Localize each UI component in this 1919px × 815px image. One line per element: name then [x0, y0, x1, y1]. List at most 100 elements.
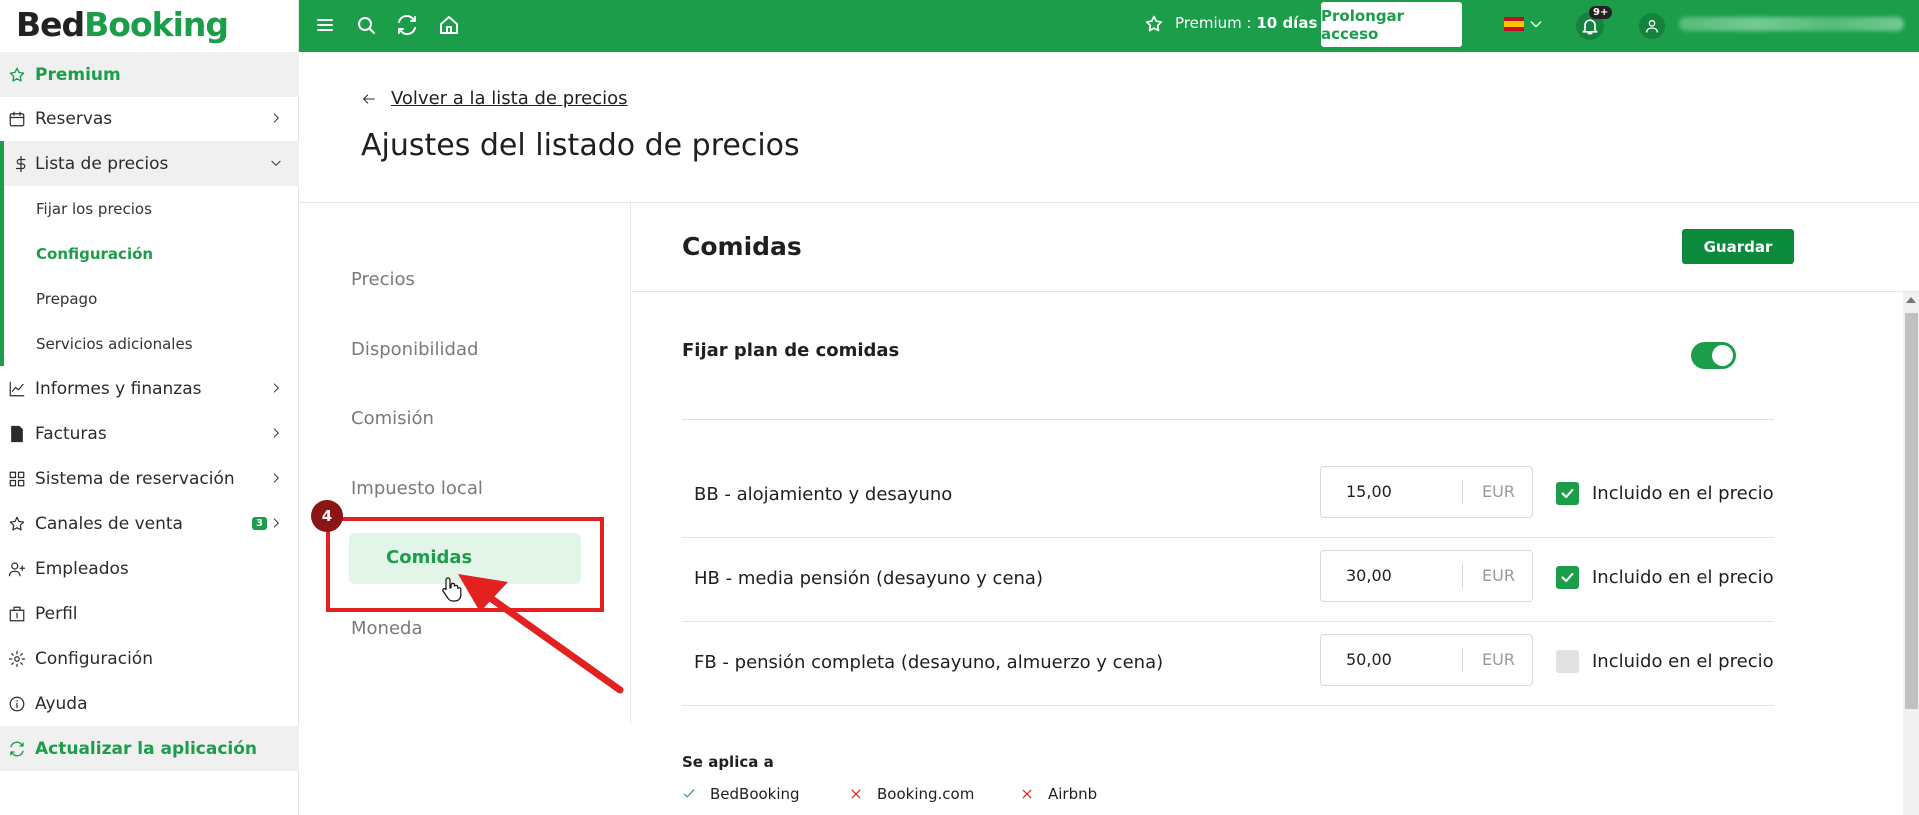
sidebar-item-label: Canales de venta: [35, 513, 183, 534]
price-value: 50,00: [1346, 650, 1392, 669]
home-icon[interactable]: [437, 13, 461, 37]
sidebar-subitem-prepago[interactable]: Prepago: [0, 276, 299, 321]
check-icon: [683, 789, 695, 798]
sidebar-subitem-fijar-precios[interactable]: Fijar los precios: [0, 186, 299, 231]
meal-row-bb: BB - alojamiento y desayuno 15,00 EUR In…: [682, 454, 1774, 538]
divider: [632, 291, 1919, 292]
settings-tab-disponibilidad[interactable]: Disponibilidad: [351, 339, 478, 360]
grid-icon: [9, 471, 25, 487]
chevron-down-icon[interactable]: [1528, 16, 1544, 32]
premium-status: Premium : 10 días: [1175, 14, 1318, 32]
calendar-icon: [9, 111, 25, 127]
chevron-right-icon: [273, 113, 279, 123]
spain-flag-icon[interactable]: [1504, 17, 1524, 31]
sidebar-item-reservas[interactable]: Reservas: [0, 96, 299, 141]
meal-name: HB - media pensión (desayuno y cena): [694, 568, 1043, 589]
sidebar-item-label: Perfil: [35, 603, 78, 624]
scroll-up-arrow-icon[interactable]: [1906, 297, 1916, 303]
dollar-icon: [15, 155, 26, 173]
bell-icon: [1582, 19, 1598, 35]
settings-tab-moneda[interactable]: Moneda: [351, 618, 422, 639]
chevron-down-icon: [271, 160, 281, 166]
refresh-icon: [10, 741, 24, 757]
meal-row-fb: FB - pensión completa (desayuno, almuerz…: [682, 622, 1774, 706]
channel-booking: Booking.com: [849, 785, 974, 803]
sidebar-item-label: Informes y finanzas: [35, 378, 202, 399]
building-icon: [9, 606, 25, 622]
annotation-step-number: 4: [311, 500, 343, 532]
chart-line-icon: [9, 381, 25, 397]
info-icon: [9, 696, 25, 712]
sidebar-item-perfil[interactable]: Perfil: [0, 591, 299, 636]
star-icon: [9, 67, 25, 82]
app-logo[interactable]: BedBooking: [16, 2, 229, 48]
refresh-icon[interactable]: [395, 13, 419, 37]
annotation-arrow-icon: [458, 574, 624, 694]
meal-plan-toggle[interactable]: [1691, 342, 1736, 369]
settings-tab-impuesto-local[interactable]: Impuesto local: [351, 478, 483, 499]
meal-plan-label: Fijar plan de comidas: [682, 340, 900, 361]
section-title: Comidas: [682, 232, 802, 261]
arrow-left-icon: [363, 93, 375, 104]
count-badge: 3: [252, 517, 267, 530]
sidebar-item-configuracion[interactable]: Configuración: [0, 636, 299, 681]
sidebar-item-label: Premium: [35, 64, 121, 85]
included-label: Incluido en el precio: [1592, 483, 1774, 504]
top-bar: Premium : 10 días Prolongar acceso 9+: [299, 0, 1919, 52]
sidebar-item-label: Facturas: [35, 423, 107, 444]
included-label: Incluido en el precio: [1592, 651, 1774, 672]
sidebar-subitem-servicios-adicionales[interactable]: Servicios adicionales: [0, 321, 299, 366]
currency-label: EUR: [1482, 650, 1515, 669]
channel-bedbooking: BedBooking: [682, 785, 800, 803]
gear-icon: [8, 650, 26, 668]
price-input[interactable]: 30,00 EUR: [1320, 550, 1533, 602]
sidebar-item-ayuda[interactable]: Ayuda: [0, 681, 299, 726]
included-checkbox[interactable]: [1556, 482, 1579, 505]
notification-badge: 9+: [1589, 6, 1613, 19]
sidebar-item-label: Empleados: [35, 558, 129, 579]
sidebar-item-empleados[interactable]: Empleados: [0, 546, 299, 591]
price-input[interactable]: 50,00 EUR: [1320, 634, 1533, 686]
sidebar-subitem-configuracion[interactable]: Configuración: [0, 231, 299, 276]
search-icon[interactable]: [354, 13, 378, 37]
sidebar-item-canales-venta[interactable]: Canales de venta 3: [0, 501, 299, 546]
hand-cursor-icon: [442, 577, 462, 602]
prolong-access-button[interactable]: Prolongar acceso: [1321, 2, 1462, 47]
user-plus-icon: [8, 562, 26, 577]
channel-airbnb: Airbnb: [1020, 785, 1097, 803]
divider: [682, 419, 1774, 420]
divider: [1462, 480, 1463, 504]
avatar[interactable]: [1639, 13, 1665, 39]
sidebar-item-informes[interactable]: Informes y finanzas: [0, 366, 299, 411]
sidebar: BedBooking Premium Reservas Lista de pre…: [0, 0, 299, 815]
cross-icon: [1022, 789, 1032, 799]
sidebar-item-label: Sistema de reservación: [35, 468, 235, 489]
back-to-price-list-link[interactable]: Volver a la lista de precios: [361, 88, 628, 109]
check-icon: [1561, 572, 1574, 583]
user-email-redacted[interactable]: [1679, 17, 1904, 31]
sidebar-item-actualizar[interactable]: Actualizar la aplicación: [0, 726, 299, 771]
scrollbar-thumb[interactable]: [1905, 313, 1918, 709]
sidebar-item-facturas[interactable]: Facturas: [0, 411, 299, 456]
price-value: 15,00: [1346, 482, 1392, 501]
menu-icon[interactable]: [313, 13, 337, 37]
divider: [1462, 564, 1463, 588]
sidebar-item-premium[interactable]: Premium: [0, 52, 299, 97]
save-button[interactable]: Guardar: [1682, 229, 1794, 264]
sidebar-item-label: Reservas: [35, 108, 113, 129]
included-label: Incluido en el precio: [1592, 567, 1774, 588]
meal-name: BB - alojamiento y desayuno: [694, 484, 953, 505]
user-icon: [1646, 20, 1658, 33]
chevron-right-icon: [273, 473, 279, 483]
applies-to-label: Se aplica a: [682, 753, 774, 771]
settings-tab-comision[interactable]: Comisión: [351, 408, 434, 429]
price-input[interactable]: 15,00 EUR: [1320, 466, 1533, 518]
sidebar-item-label: Lista de precios: [35, 153, 169, 174]
sidebar-item-sistema-reservacion[interactable]: Sistema de reservación: [0, 456, 299, 501]
included-checkbox[interactable]: [1556, 650, 1579, 673]
sidebar-item-lista-de-precios[interactable]: Lista de precios: [0, 141, 299, 186]
included-checkbox[interactable]: [1556, 566, 1579, 589]
settings-tab-precios[interactable]: Precios: [351, 269, 415, 290]
star-icon: [1145, 15, 1163, 32]
sidebar-item-label: Actualizar la aplicación: [35, 738, 258, 759]
